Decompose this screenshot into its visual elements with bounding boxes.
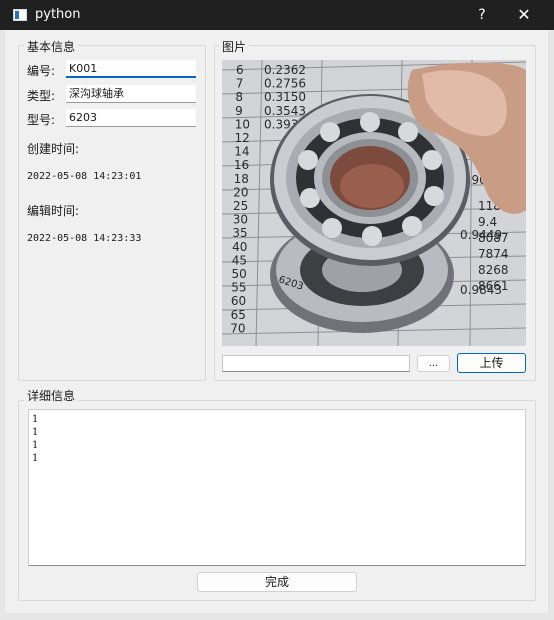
created-time-label: 创建时间: xyxy=(27,142,80,156)
photo-table-value: 0.3543 xyxy=(264,104,306,118)
photo-table-number: 9 xyxy=(235,104,243,118)
code-input[interactable]: K001 xyxy=(66,60,196,78)
bearing-photo: 6 7 8 9 10 12 14 16 18 20 25 30 35 40 45 50 55 60 65 70 0.2… xyxy=(222,60,526,346)
photo-table-number: 18 xyxy=(234,172,249,186)
photo-table-value: 0.2362 xyxy=(264,63,306,77)
photo-table-number: 50 xyxy=(232,267,247,281)
photo-table-value: 8087 xyxy=(478,231,509,245)
detail-line: 1 xyxy=(32,440,39,451)
photo-table-number: 25 xyxy=(233,199,248,213)
photo-table-number: 65 xyxy=(231,308,246,322)
photo-table-number: 16 xyxy=(234,158,249,172)
photo-table-number: 70 xyxy=(230,321,245,335)
done-button[interactable]: 完成 xyxy=(197,572,357,592)
photo-table-value: 7874 xyxy=(478,247,509,261)
photo-table-value: 0.2756 xyxy=(264,77,306,91)
detail-textarea[interactable]: 1 1 1 1 xyxy=(28,409,526,566)
photo-table-number: 10 xyxy=(235,117,250,131)
model-label: 型号: xyxy=(27,113,56,127)
photo-table-number: 30 xyxy=(233,213,248,227)
detail-group-title: 详细信息 xyxy=(24,387,79,404)
detail-line: 1 xyxy=(32,453,39,464)
type-input[interactable]: 深沟球轴承 xyxy=(66,85,196,103)
photo-table-value: 9.4 xyxy=(478,215,497,229)
app-icon xyxy=(13,9,27,21)
detail-line: 1 xyxy=(32,427,39,438)
title-bar: python ? ✕ xyxy=(0,0,554,30)
photo-table-number: 40 xyxy=(232,240,247,254)
created-time-value: 2022-05-08 14:23:01 xyxy=(27,171,142,182)
photo-table-number: 35 xyxy=(232,226,247,240)
close-button[interactable]: ✕ xyxy=(512,4,536,26)
window-edge-right xyxy=(548,30,554,620)
photo-table-number: 8 xyxy=(235,90,243,104)
photo-table-number: 55 xyxy=(231,281,246,295)
photo-table-number: 20 xyxy=(233,185,248,199)
help-button[interactable]: ? xyxy=(470,4,494,26)
window-title: python xyxy=(35,7,81,22)
basic-info-title: 基本信息 xyxy=(24,38,79,55)
upload-button[interactable]: 上传 xyxy=(457,353,526,373)
browse-button[interactable]: ... xyxy=(417,355,450,372)
photo-table-value: 0.3150 xyxy=(264,90,306,104)
photo-table-number: 60 xyxy=(231,294,246,308)
photo-table-number: 45 xyxy=(232,253,247,267)
photo-table-number: 6 xyxy=(236,63,244,77)
edited-time-label: 编辑时间: xyxy=(27,204,80,218)
photo-table-number: 7 xyxy=(236,77,244,91)
photo-table-number: 14 xyxy=(234,145,249,159)
code-label: 编号: xyxy=(27,64,56,78)
image-path-input[interactable] xyxy=(222,355,410,372)
photo-table-value: 8661 xyxy=(478,279,509,293)
photo-table-value: 8268 xyxy=(478,263,509,277)
detail-line: 1 xyxy=(32,414,39,425)
edited-time-value: 2022-05-08 14:23:33 xyxy=(27,233,142,244)
window-edge-bottom xyxy=(0,613,554,620)
type-label: 类型: xyxy=(27,89,56,103)
model-input[interactable]: 6203 xyxy=(66,109,196,127)
image-group-title: 图片 xyxy=(219,38,250,55)
photo-table-number: 12 xyxy=(235,131,250,145)
